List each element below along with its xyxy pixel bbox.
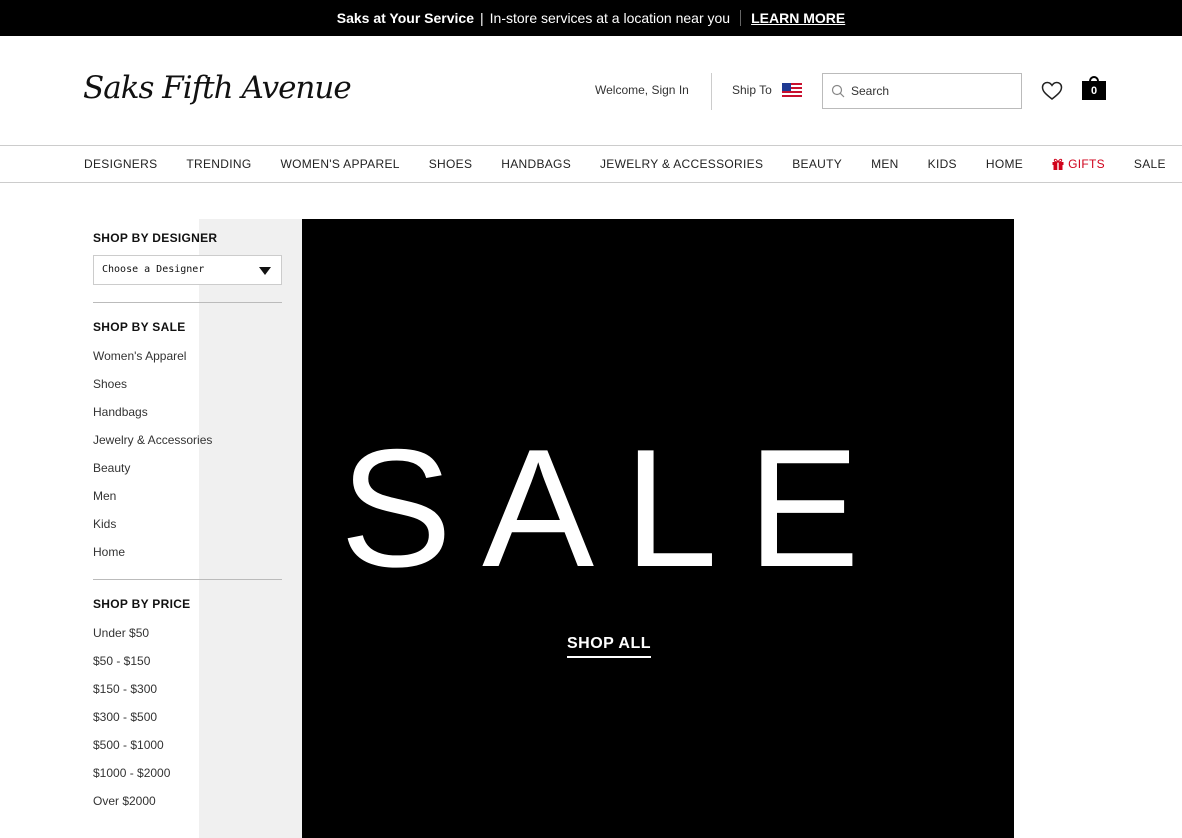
chevron-down-icon bbox=[259, 267, 271, 275]
shop-all-link[interactable]: SHOP ALL bbox=[567, 635, 652, 658]
price-link-under-50[interactable]: Under $50 bbox=[93, 625, 282, 653]
us-flag-icon bbox=[781, 83, 802, 97]
nav-item-gifts[interactable]: GIFTS bbox=[1052, 157, 1105, 171]
promo-brand-text: Saks at Your Service bbox=[336, 10, 474, 26]
designer-dropdown-value: Choose a Designer bbox=[102, 264, 205, 275]
promo-bar: Saks at Your Service | In-store services… bbox=[0, 0, 1182, 36]
nav-item-designers[interactable]: DESIGNERS bbox=[84, 157, 157, 171]
sale-hero-banner[interactable]: SALE SHOP ALL bbox=[302, 219, 1014, 838]
sale-link-shoes[interactable]: Shoes bbox=[93, 376, 282, 404]
sale-links: Women's Apparel Shoes Handbags Jewelry &… bbox=[93, 348, 282, 572]
search-icon bbox=[831, 84, 845, 98]
sale-link-jewelry-accessories[interactable]: Jewelry & Accessories bbox=[93, 432, 282, 460]
price-link-500-1000[interactable]: $500 - $1000 bbox=[93, 737, 282, 765]
wishlist-heart-icon[interactable] bbox=[1041, 81, 1063, 101]
sale-link-home[interactable]: Home bbox=[93, 544, 282, 572]
price-link-over-2000[interactable]: Over $2000 bbox=[93, 793, 282, 821]
shop-by-designer-heading: SHOP BY DESIGNER bbox=[93, 231, 218, 245]
price-link-150-300[interactable]: $150 - $300 bbox=[93, 681, 282, 709]
site-header: Saks Fifth Avenue Welcome, Sign In Ship … bbox=[0, 36, 1182, 146]
sale-link-womens-apparel[interactable]: Women's Apparel bbox=[93, 348, 282, 376]
sale-link-kids[interactable]: Kids bbox=[93, 516, 282, 544]
header-divider bbox=[711, 73, 712, 110]
price-link-1000-2000[interactable]: $1000 - $2000 bbox=[93, 765, 282, 793]
promo-divider bbox=[740, 10, 742, 26]
hero-title: SALE bbox=[340, 414, 890, 602]
promo-separator: | bbox=[480, 10, 484, 26]
nav-item-kids[interactable]: KIDS bbox=[928, 157, 957, 171]
sidebar-divider bbox=[93, 302, 282, 303]
promo-message: In-store services at a location near you bbox=[489, 10, 731, 26]
nav-item-womens-apparel[interactable]: WOMEN'S APPAREL bbox=[280, 157, 399, 171]
price-link-300-500[interactable]: $300 - $500 bbox=[93, 709, 282, 737]
sale-link-handbags[interactable]: Handbags bbox=[93, 404, 282, 432]
nav-item-home[interactable]: HOME bbox=[986, 157, 1023, 171]
nav-item-jewelry-accessories[interactable]: JEWELRY & ACCESSORIES bbox=[600, 157, 763, 171]
sign-in-link[interactable]: Welcome, Sign In bbox=[595, 83, 689, 97]
ship-to-label: Ship To bbox=[732, 83, 772, 97]
saks-logo[interactable]: Saks Fifth Avenue bbox=[83, 70, 352, 106]
nav-item-handbags[interactable]: HANDBAGS bbox=[501, 157, 571, 171]
sale-link-men[interactable]: Men bbox=[93, 488, 282, 516]
designer-dropdown-underline bbox=[94, 284, 249, 285]
nav-item-shoes[interactable]: SHOES bbox=[429, 157, 473, 171]
sidebar: SHOP BY DESIGNER Choose a Designer SHOP … bbox=[93, 219, 282, 821]
shop-by-price-heading: SHOP BY PRICE bbox=[93, 597, 191, 611]
nav-gifts-label: GIFTS bbox=[1068, 157, 1105, 171]
search-input[interactable] bbox=[851, 84, 1011, 98]
learn-more-link[interactable]: LEARN MORE bbox=[751, 10, 845, 26]
shopping-bag-button[interactable]: 0 bbox=[1082, 76, 1106, 100]
sale-link-beauty[interactable]: Beauty bbox=[93, 460, 282, 488]
shop-by-sale-heading: SHOP BY SALE bbox=[93, 320, 186, 334]
main-nav: DESIGNERS TRENDING WOMEN'S APPAREL SHOES… bbox=[0, 145, 1182, 183]
price-link-50-150[interactable]: $50 - $150 bbox=[93, 653, 282, 681]
nav-item-beauty[interactable]: BEAUTY bbox=[792, 157, 842, 171]
gift-icon bbox=[1052, 158, 1064, 170]
price-links: Under $50 $50 - $150 $150 - $300 $300 - … bbox=[93, 625, 282, 821]
designer-dropdown[interactable]: Choose a Designer bbox=[93, 255, 282, 285]
sidebar-divider bbox=[93, 579, 282, 580]
nav-item-men[interactable]: MEN bbox=[871, 157, 899, 171]
bag-count: 0 bbox=[1082, 81, 1106, 100]
nav-item-trending[interactable]: TRENDING bbox=[186, 157, 251, 171]
ship-to-selector[interactable]: Ship To bbox=[732, 83, 802, 97]
nav-item-sale[interactable]: SALE bbox=[1134, 157, 1166, 171]
search-box[interactable] bbox=[822, 73, 1022, 109]
